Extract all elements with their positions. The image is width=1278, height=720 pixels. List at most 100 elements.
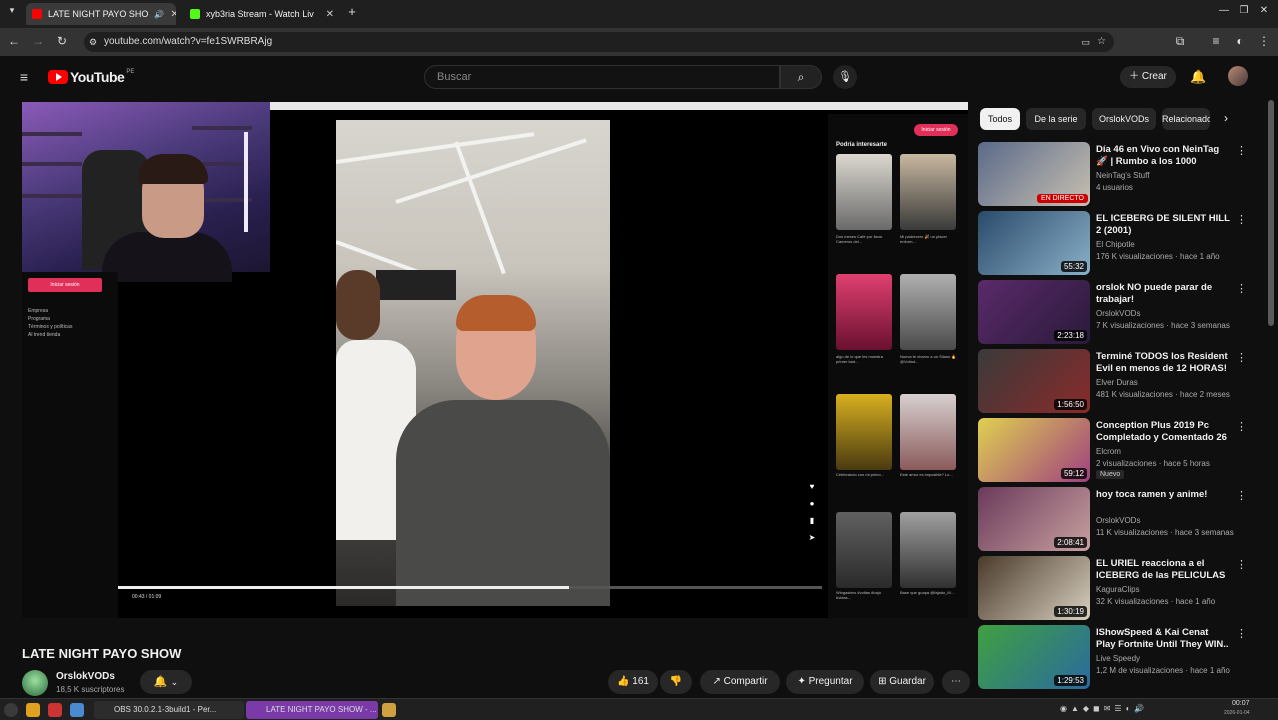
recommended-video[interactable]: 2:08:41 hoy toca ramen y anime! OrslokVODs… bbox=[978, 487, 1268, 553]
back-icon[interactable]: ← bbox=[6, 34, 22, 48]
inner-progress-time: 00:43 / 01:09 bbox=[132, 594, 162, 600]
new-tab-button[interactable]: + bbox=[344, 4, 360, 19]
create-button[interactable]: ＋ Crear bbox=[1120, 66, 1176, 88]
rec-channel[interactable]: Elver Duras bbox=[1096, 378, 1138, 387]
tab-list-icon[interactable]: ▾ bbox=[4, 5, 20, 16]
app-icon[interactable] bbox=[382, 703, 396, 717]
ig-login-pill: Iniciar sesión bbox=[914, 124, 958, 136]
like-button[interactable]: 👍 161 bbox=[608, 670, 658, 694]
close-window-icon[interactable]: ✕ bbox=[1256, 5, 1272, 16]
profile-icon[interactable]: ◐ bbox=[1232, 34, 1248, 48]
rec-channel[interactable]: Live Speedy bbox=[1096, 654, 1140, 663]
files-app-icon[interactable] bbox=[26, 703, 40, 717]
subscription-bell-button[interactable]: 🔔 ⌄ bbox=[140, 670, 192, 694]
video-thumbnail[interactable]: 59:12 bbox=[978, 418, 1090, 482]
recommended-video[interactable]: 1:30:19 EL URIEL reacciona a el ICEBERG d… bbox=[978, 556, 1268, 622]
duration-badge: 1:29:53 bbox=[1054, 675, 1087, 686]
minimize-icon[interactable]: — bbox=[1216, 5, 1232, 16]
chip-relacionados[interactable]: Relacionados bbox=[1162, 108, 1210, 130]
scrollbar[interactable] bbox=[1268, 100, 1274, 326]
browser-app-icon[interactable] bbox=[70, 703, 84, 717]
recommended-video[interactable]: 1:56:50 Terminé TODOS los Resident Evil e… bbox=[978, 349, 1268, 415]
rec-channel[interactable]: Elcrom bbox=[1096, 447, 1121, 456]
comment-icon: ● bbox=[809, 499, 815, 508]
recommended-video[interactable]: 2:23:18 orslok NO puede parar de trabajar… bbox=[978, 280, 1268, 346]
video-thumbnail[interactable]: 1:29:53 bbox=[978, 625, 1090, 689]
video-player[interactable]: Iniciar sesión Empresa Programa Términos… bbox=[22, 102, 968, 618]
address-bar-row: ← → ↻ ⚙ youtube.com/watch?v=fe1SWRBRAjg … bbox=[0, 28, 1278, 56]
forward-icon[interactable]: → bbox=[30, 34, 46, 48]
tab-youtube[interactable]: LATE NIGHT PAYO SHO 🔊 ✕ bbox=[26, 3, 176, 25]
chip-de-la-serie[interactable]: De la serie bbox=[1026, 108, 1086, 130]
youtube-logo[interactable]: YouTube PE bbox=[48, 69, 134, 85]
video-thumbnail[interactable]: 1:56:50 bbox=[978, 349, 1090, 413]
chevron-right-icon[interactable]: › bbox=[1224, 111, 1228, 125]
account-avatar[interactable] bbox=[1228, 66, 1248, 86]
install-icon[interactable]: ▭ bbox=[1081, 32, 1090, 52]
reload-icon[interactable]: ↻ bbox=[54, 34, 70, 48]
dislike-button[interactable]: 👎 bbox=[660, 670, 692, 694]
maximize-icon[interactable]: ❐ bbox=[1236, 5, 1252, 16]
rec-channel[interactable]: KaguraClips bbox=[1096, 585, 1140, 594]
search-input[interactable]: Buscar bbox=[424, 65, 780, 89]
voice-search-button[interactable]: 🎙 bbox=[833, 65, 857, 89]
terminal-icon[interactable] bbox=[48, 703, 62, 717]
browser-menu-icon[interactable]: ⋮ bbox=[1256, 34, 1272, 48]
share-button[interactable]: ↗ Compartir bbox=[700, 670, 780, 694]
rec-channel[interactable]: OrslokVODs bbox=[1096, 516, 1140, 525]
bookmark-star-icon[interactable]: ☆ bbox=[1097, 32, 1106, 52]
recommended-video[interactable]: 1:29:53 IShowSpeed & Kai Cenat Play Fortn… bbox=[978, 625, 1268, 691]
more-vertical-icon[interactable]: ⋮ bbox=[1236, 420, 1247, 433]
extensions-icon[interactable]: ⧉ bbox=[1172, 34, 1188, 49]
search-button[interactable]: ⌕ bbox=[780, 65, 822, 89]
channel-name[interactable]: OrslokVODs bbox=[56, 671, 115, 682]
chip-orslokvods[interactable]: OrslokVODs bbox=[1092, 108, 1156, 130]
notifications-bell-icon[interactable]: 🔔 bbox=[1190, 69, 1206, 85]
video-thumbnail[interactable]: 2:23:18 bbox=[978, 280, 1090, 344]
clock-date: 2026-01-04 bbox=[1224, 710, 1250, 716]
ig-login-button: Iniciar sesión bbox=[28, 278, 102, 292]
more-vertical-icon[interactable]: ⋮ bbox=[1236, 282, 1247, 295]
site-info-icon[interactable]: ⚙ bbox=[89, 32, 97, 52]
save-button[interactable]: ⊞ Guardar bbox=[870, 670, 934, 694]
more-vertical-icon[interactable]: ⋮ bbox=[1236, 489, 1247, 502]
instagram-suggestions: Iniciar sesión Podría interesarte Dos me… bbox=[828, 114, 968, 618]
ask-button[interactable]: ✦ Preguntar bbox=[786, 670, 864, 694]
tab-kick[interactable]: xyb3ria Stream - Watch Liv ✕ bbox=[184, 3, 340, 25]
taskbar-obs[interactable]: OBS 30.0.2.1-3build1 - Per... bbox=[94, 701, 244, 719]
more-vertical-icon[interactable]: ⋮ bbox=[1236, 558, 1247, 571]
media-icon[interactable]: ≡ bbox=[1208, 34, 1224, 48]
video-thumbnail[interactable]: 2:08:41 bbox=[978, 487, 1090, 551]
more-vertical-icon[interactable]: ⋮ bbox=[1236, 351, 1247, 364]
ig-link: Términos y políticas bbox=[28, 324, 73, 330]
speaker-icon[interactable]: 🔊 bbox=[154, 10, 164, 19]
recommended-video[interactable]: EN DIRECTO Día 46 en Vivo con NeinTag 🚀 |… bbox=[978, 142, 1268, 208]
recommended-video[interactable]: 59:12 Conception Plus 2019 Pc Completado … bbox=[978, 418, 1268, 484]
youtube-favicon-icon bbox=[32, 9, 42, 19]
video-thumbnail[interactable]: 55:32 bbox=[978, 211, 1090, 275]
url-input[interactable]: ⚙ youtube.com/watch?v=fe1SWRBRAjg ▭ ☆ bbox=[84, 32, 1114, 52]
video-thumbnail[interactable]: EN DIRECTO bbox=[978, 142, 1090, 206]
clock-time[interactable]: 00:07 bbox=[1232, 700, 1250, 707]
start-menu-icon[interactable] bbox=[4, 703, 18, 717]
rec-channel[interactable]: El Chipotle bbox=[1096, 240, 1135, 249]
more-vertical-icon[interactable]: ⋮ bbox=[1236, 144, 1247, 157]
rec-title: EL URIEL reacciona a el ICEBERG de las P… bbox=[1096, 558, 1226, 581]
more-horizontal-icon: ⋯ bbox=[951, 676, 961, 687]
hamburger-menu-icon[interactable]: ≡ bbox=[16, 69, 32, 85]
system-tray: ◉▲◆◼✉☰◐🔊 bbox=[1060, 704, 1149, 713]
channel-avatar[interactable] bbox=[22, 670, 48, 696]
recommended-video[interactable]: 55:32 EL ICEBERG DE SILENT HILL 2 (2001) E… bbox=[978, 211, 1268, 277]
close-tab-icon[interactable]: ✕ bbox=[164, 9, 176, 20]
more-actions-button[interactable]: ⋯ bbox=[942, 670, 970, 694]
taskbar-browser[interactable]: LATE NIGHT PAYO SHOW - ... bbox=[246, 701, 378, 719]
chip-todos[interactable]: Todos bbox=[980, 108, 1020, 130]
rec-channel[interactable]: NeinTag's Stuff bbox=[1096, 171, 1149, 180]
search-icon: ⌕ bbox=[797, 70, 805, 84]
bell-icon: 🔔 bbox=[153, 676, 168, 688]
close-tab-icon[interactable]: ✕ bbox=[320, 9, 334, 20]
more-vertical-icon[interactable]: ⋮ bbox=[1236, 213, 1247, 226]
video-thumbnail[interactable]: 1:30:19 bbox=[978, 556, 1090, 620]
rec-channel[interactable]: OrslokVODs bbox=[1096, 309, 1140, 318]
more-vertical-icon[interactable]: ⋮ bbox=[1236, 627, 1247, 640]
